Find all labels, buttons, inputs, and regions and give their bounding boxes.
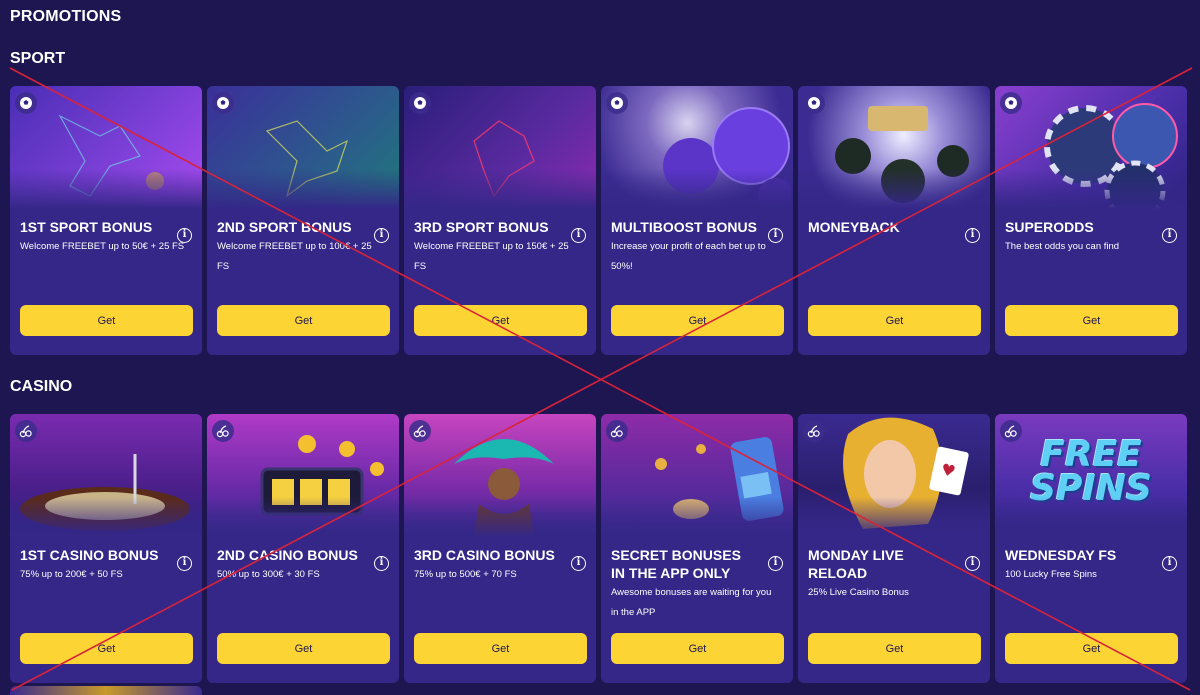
promo-banner-image: ♥ (798, 414, 990, 537)
soccer-ball-icon (803, 92, 825, 114)
promo-card: ♥ MONDAY LIVE RELOAD i 25% Live Casino B… (798, 414, 990, 683)
info-icon[interactable]: i (177, 556, 192, 571)
info-icon[interactable]: i (768, 556, 783, 571)
promo-description: Increase your profit of each bet up to 5… (611, 241, 766, 272)
promo-description: Awesome bonuses are waiting for you in t… (611, 587, 772, 618)
promo-card: 3RD CASINO BONUS i 75% up to 500€ + 70 F… (404, 414, 596, 683)
promo-card: SUPERODDS i The best odds you can find G… (995, 86, 1187, 355)
get-bonus-button[interactable]: Get (808, 305, 981, 336)
promo-title: 1ST SPORT BONUS (20, 219, 153, 235)
casino-promo-grid: 1ST CASINO BONUS i 75% up to 200€ + 50 F… (10, 414, 1187, 683)
get-bonus-button[interactable]: Get (217, 633, 390, 664)
soccer-ball-icon (1000, 92, 1022, 114)
promo-card: 2ND CASINO BONUS i 50% up to 300€ + 30 F… (207, 414, 399, 683)
promo-description: The best odds you can find (1005, 241, 1120, 252)
promo-banner-image (601, 86, 793, 209)
promo-card: 1ST SPORT BONUS i Welcome FREEBET up to … (10, 86, 202, 355)
promo-card: MONEYBACK i Get (798, 86, 990, 355)
soccer-ball-icon (606, 92, 628, 114)
cherries-icon (1000, 420, 1022, 442)
soccer-ball-icon (409, 92, 431, 114)
promo-card: 3RD SPORT BONUS i Welcome FREEBET up to … (404, 86, 596, 355)
info-icon[interactable]: i (965, 228, 980, 243)
promo-title: 2ND CASINO BONUS (217, 547, 358, 563)
promo-title: WEDNESDAY FS (1005, 547, 1117, 563)
promo-title: MONDAY LIVE RELOAD (808, 547, 904, 581)
promo-banner-image (798, 86, 990, 209)
info-icon[interactable]: i (571, 228, 586, 243)
info-icon[interactable]: i (374, 556, 389, 571)
get-bonus-button[interactable]: Get (414, 305, 587, 336)
promo-description: Welcome FREEBET up to 150€ + 25 FS (414, 241, 569, 272)
section-title-sport: SPORT (10, 50, 66, 67)
promo-title: MULTIBOOST BONUS (611, 219, 757, 235)
get-bonus-button[interactable]: Get (1005, 633, 1178, 664)
promo-card: 2ND SPORT BONUS i Welcome FREEBET up to … (207, 86, 399, 355)
soccer-ball-icon (15, 92, 37, 114)
info-icon[interactable]: i (177, 228, 192, 243)
info-icon[interactable]: i (374, 228, 389, 243)
promo-banner-image (404, 414, 596, 537)
sport-promo-grid: 1ST SPORT BONUS i Welcome FREEBET up to … (10, 86, 1187, 355)
get-bonus-button[interactable]: Get (1005, 305, 1178, 336)
promo-banner-image (10, 86, 202, 209)
promo-card: MULTIBOOST BONUS i Increase your profit … (601, 86, 793, 355)
promo-description: Welcome FREEBET up to 100€ + 25 FS (217, 241, 372, 272)
promo-card: FREE SPINS WEDNESDAY FS i 100 Lucky Free… (995, 414, 1187, 683)
promo-card: 1ST CASINO BONUS i 75% up to 200€ + 50 F… (10, 414, 202, 683)
promo-banner-image (207, 86, 399, 209)
cherries-icon (212, 420, 234, 442)
get-bonus-button[interactable]: Get (808, 633, 981, 664)
info-icon[interactable]: i (1162, 228, 1177, 243)
promo-title: 3RD CASINO BONUS (414, 547, 555, 563)
section-title-casino: CASINO (10, 378, 73, 395)
promo-title: 1ST CASINO BONUS (20, 547, 159, 563)
page-title: PROMOTIONS (10, 8, 122, 25)
next-card-peek (10, 686, 202, 695)
promo-banner-image (404, 86, 596, 209)
promo-description: 50% up to 300€ + 30 FS (217, 569, 320, 580)
cherries-icon (409, 420, 431, 442)
promo-description: 75% up to 200€ + 50 FS (20, 569, 123, 580)
info-icon[interactable]: i (1162, 556, 1177, 571)
promo-description: 75% up to 500€ + 70 FS (414, 569, 517, 580)
get-bonus-button[interactable]: Get (414, 633, 587, 664)
promo-banner-image (207, 414, 399, 537)
cherries-icon (803, 420, 825, 442)
get-bonus-button[interactable]: Get (217, 305, 390, 336)
info-icon[interactable]: i (571, 556, 586, 571)
promo-title: 2ND SPORT BONUS (217, 219, 352, 235)
info-icon[interactable]: i (768, 228, 783, 243)
promo-title: 3RD SPORT BONUS (414, 219, 549, 235)
get-bonus-button[interactable]: Get (611, 305, 784, 336)
promo-title: MONEYBACK (808, 219, 900, 235)
get-bonus-button[interactable]: Get (20, 633, 193, 664)
promo-banner-image (601, 414, 793, 537)
promo-card: SECRET BONUSES IN THE APP ONLY i Awesome… (601, 414, 793, 683)
cherries-icon (15, 420, 37, 442)
promo-banner-image (10, 414, 202, 537)
promo-description: Welcome FREEBET up to 50€ + 25 FS (20, 241, 185, 252)
promo-banner-image: FREE SPINS (995, 414, 1187, 537)
promo-banner-image (995, 86, 1187, 209)
get-bonus-button[interactable]: Get (20, 305, 193, 336)
promo-title: SECRET BONUSES IN THE APP ONLY (611, 547, 741, 581)
info-icon[interactable]: i (965, 556, 980, 571)
free-spins-logo: FREE SPINS (1030, 434, 1152, 509)
promo-title: SUPERODDS (1005, 219, 1094, 235)
promo-description: 100 Lucky Free Spins (1005, 569, 1097, 580)
soccer-ball-icon (212, 92, 234, 114)
promo-description: 25% Live Casino Bonus (808, 587, 909, 598)
cherries-icon (606, 420, 628, 442)
get-bonus-button[interactable]: Get (611, 633, 784, 664)
